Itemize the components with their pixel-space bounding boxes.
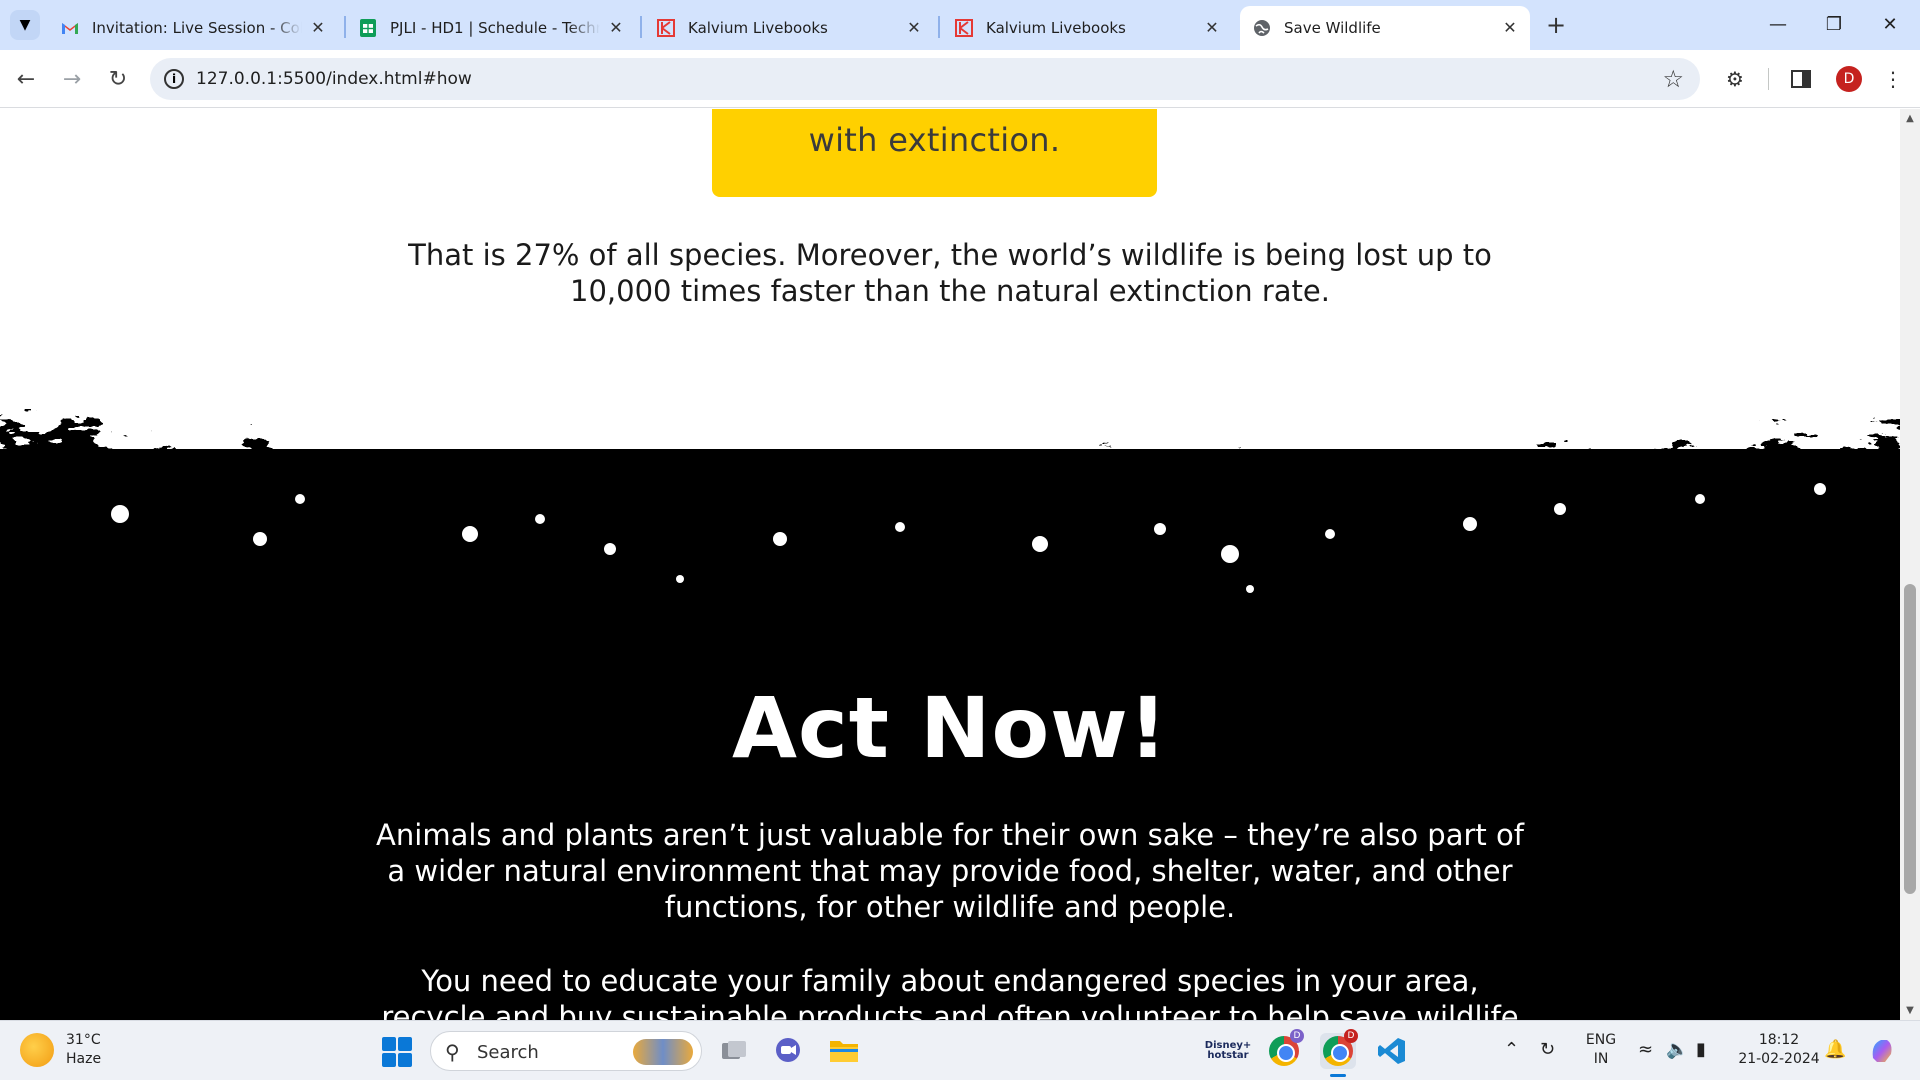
profile-avatar[interactable]: D — [1836, 66, 1862, 92]
region-code: IN — [1593, 1051, 1609, 1067]
extensions-icon[interactable]: ⚙ — [1720, 64, 1750, 94]
back-button[interactable]: ← — [8, 61, 44, 97]
highlight-stat-box: ʾ with extinction. — [712, 109, 1157, 197]
bookmark-star-icon[interactable]: ☆ — [1662, 65, 1684, 93]
close-icon[interactable]: ✕ — [1202, 18, 1222, 38]
scrollbar-thumb[interactable] — [1904, 584, 1916, 894]
tab-search-button[interactable]: ▼ — [10, 10, 40, 40]
tab-kalvium-1[interactable]: Kalvium Livebooks ✕ — [644, 6, 934, 50]
side-panel-icon[interactable] — [1786, 64, 1816, 94]
tab-sheets[interactable]: PJLI - HD1 | Schedule - Technica ✕ — [346, 6, 636, 50]
browser-toolbar: ← → ↻ i 127.0.0.1:5500/index.html#how ☆ … — [0, 50, 1920, 108]
minimize-button[interactable]: — — [1750, 0, 1806, 48]
restore-button[interactable]: ❐ — [1806, 0, 1862, 48]
weather-widget[interactable]: 31°C Haze — [20, 1031, 101, 1069]
disney-hotstar-icon[interactable]: Disney+ hotstar — [1205, 1033, 1251, 1069]
chrome-active-icon[interactable]: D — [1320, 1029, 1358, 1077]
search-icon: ⚲ — [445, 1040, 460, 1064]
taskbar-search-label: Search — [477, 1042, 539, 1063]
extinction-stat-paragraph: That is 27% of all species. Moreover, th… — [408, 238, 1492, 308]
address-bar[interactable]: i 127.0.0.1:5500/index.html#how ☆ — [150, 58, 1700, 100]
forward-button[interactable]: → — [54, 61, 90, 97]
notification-bell-icon[interactable]: 🔔 — [1824, 1039, 1846, 1060]
tab-gmail[interactable]: Invitation: Live Session - Cohort ✕ — [48, 6, 338, 50]
kalvium-icon — [657, 19, 675, 37]
tab-save-wildlife[interactable]: Save Wildlife ✕ — [1240, 6, 1530, 50]
url-text[interactable]: 127.0.0.1:5500/index.html#how — [196, 69, 472, 89]
gmail-icon — [62, 23, 78, 34]
windows-start-icon[interactable] — [382, 1037, 412, 1067]
task-view-icon[interactable] — [716, 1033, 752, 1069]
close-icon[interactable]: ✕ — [606, 18, 626, 38]
highlight-stat-text: with extinction. — [808, 121, 1061, 159]
act-now-paragraph-1: Animals and plants aren’t just valuable … — [376, 818, 1524, 924]
language-indicator[interactable]: ENG IN — [1584, 1031, 1618, 1069]
tab-separator — [938, 16, 940, 38]
copilot-icon[interactable] — [1864, 1033, 1900, 1069]
act-now-paragraph-2: You need to educate your family about en… — [381, 964, 1519, 1020]
tab-separator — [640, 16, 642, 38]
tab-title: Kalvium Livebooks — [986, 19, 1126, 37]
clock[interactable]: 18:12 21-02-2024 — [1734, 1031, 1824, 1069]
close-icon[interactable]: ✕ — [904, 18, 924, 38]
tab-title: Kalvium Livebooks — [688, 19, 828, 37]
teams-chat-icon[interactable] — [770, 1033, 806, 1069]
profile-badge: D — [1344, 1029, 1358, 1043]
sync-icon[interactable]: ↻ — [1540, 1039, 1555, 1060]
sheets-icon — [360, 19, 376, 37]
site-info-icon[interactable]: i — [164, 69, 184, 89]
wifi-icon[interactable]: ≈ — [1638, 1039, 1653, 1060]
chevron-down-icon: ▼ — [19, 17, 31, 33]
page-scrollbar[interactable]: ▲ ▼ — [1900, 109, 1920, 1020]
act-now-heading: Act Now! — [731, 679, 1169, 777]
search-highlight-image — [633, 1039, 693, 1065]
clock-date: 21-02-2024 — [1738, 1051, 1820, 1067]
profile-badge: D — [1290, 1029, 1304, 1043]
new-tab-button[interactable]: + — [1542, 12, 1570, 40]
vscode-icon[interactable] — [1374, 1033, 1410, 1069]
volume-icon[interactable]: 🔈 — [1666, 1039, 1688, 1060]
chrome-profile-icon[interactable]: D — [1266, 1029, 1304, 1069]
language-code: ENG — [1585, 1032, 1617, 1048]
close-icon[interactable]: ✕ — [308, 18, 328, 38]
tab-strip: ▼ Invitation: Live Session - Cohort ✕ PJ… — [0, 0, 1920, 50]
windows-taskbar: 31°C Haze ⚲ Search Disney+ hotstar D D ⌃ … — [0, 1020, 1920, 1080]
file-explorer-icon[interactable] — [826, 1033, 862, 1069]
tab-title: Invitation: Live Session - Cohort — [92, 19, 302, 37]
battery-icon[interactable]: ▮ — [1696, 1039, 1706, 1060]
close-window-button[interactable]: ✕ — [1862, 0, 1918, 48]
show-hidden-icons-chevron-icon[interactable]: ⌃ — [1504, 1039, 1519, 1060]
toolbar-divider — [1768, 68, 1769, 90]
clock-time: 18:12 — [1758, 1032, 1800, 1048]
close-icon[interactable]: ✕ — [1500, 18, 1520, 38]
grunge-divider-graphic — [0, 409, 1900, 669]
globe-icon — [1254, 20, 1270, 36]
weather-description: Haze — [66, 1051, 102, 1067]
reload-button[interactable]: ↻ — [100, 61, 136, 97]
scroll-down-arrow-icon[interactable]: ▼ — [1900, 1005, 1920, 1016]
haze-sun-icon — [20, 1033, 54, 1067]
taskbar-search[interactable]: ⚲ Search — [430, 1031, 702, 1071]
tab-title: PJLI - HD1 | Schedule - Technica — [390, 19, 600, 37]
tab-kalvium-2[interactable]: Kalvium Livebooks ✕ — [942, 6, 1232, 50]
scroll-up-arrow-icon[interactable]: ▲ — [1900, 113, 1920, 124]
page-viewport: ʾ with extinction. That is 27% of all sp… — [0, 109, 1900, 1020]
menu-kebab-icon[interactable]: ⋮ — [1878, 64, 1908, 94]
kalvium-icon — [955, 19, 973, 37]
weather-temperature: 31°C — [66, 1032, 101, 1048]
tab-title: Save Wildlife — [1284, 19, 1381, 37]
